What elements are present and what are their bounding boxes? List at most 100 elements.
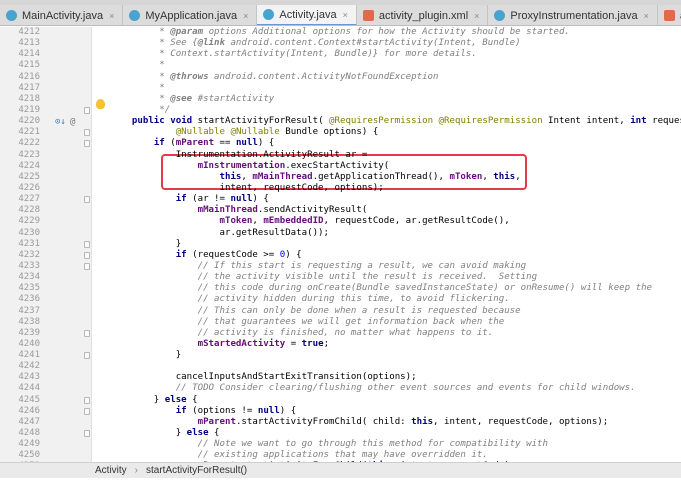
code-line[interactable]: 4236 // activity hidden during this time… xyxy=(0,294,681,305)
code-line[interactable]: 4234 // the activity visible until the r… xyxy=(0,272,681,283)
fold-marker-icon[interactable] xyxy=(84,106,90,114)
fold-marker-icon[interactable] xyxy=(84,407,90,415)
line-number: 4223 xyxy=(18,149,40,160)
code-line[interactable]: 4247 mParent.startActivityFromChild( chi… xyxy=(0,417,681,428)
breadcrumb-class[interactable]: Activity xyxy=(95,465,127,476)
code-line[interactable]: 4239 // activity is finished, no matter … xyxy=(0,328,681,339)
fold-marker-icon[interactable] xyxy=(84,352,90,360)
editor-tab-bar: MainActivity.java × MyApplication.java × Act… xyxy=(0,5,681,26)
fold-marker-icon[interactable] xyxy=(84,329,90,337)
code-line[interactable]: 4248 } else { xyxy=(0,428,681,439)
breadcrumb-method[interactable]: startActivityForResult() xyxy=(146,465,247,476)
code-line[interactable]: 4249 // Note we want to go through this … xyxy=(0,439,681,450)
code-line[interactable]: 4219 */ xyxy=(0,105,681,116)
breadcrumb-separator: › xyxy=(134,465,139,476)
code-line[interactable]: 4250 // existing applications that may h… xyxy=(0,450,681,461)
code-line[interactable]: 4232 if (requestCode >= 0) { xyxy=(0,250,681,261)
fold-marker-icon[interactable] xyxy=(84,262,90,270)
close-icon[interactable]: × xyxy=(474,11,479,21)
close-icon[interactable]: × xyxy=(343,10,348,20)
code-line[interactable]: 4242 xyxy=(0,361,681,372)
code-line[interactable]: 4235 // this code during onCreate(Bundle… xyxy=(0,283,681,294)
fold-marker-icon[interactable] xyxy=(84,430,90,438)
line-number: 4236 xyxy=(18,294,40,305)
line-number: 4249 xyxy=(18,439,40,450)
line-number: 4224 xyxy=(18,160,40,171)
line-number: 4226 xyxy=(18,182,40,193)
code-line[interactable]: 4224 mInstrumentation.execStartActivity( xyxy=(0,161,681,172)
fold-marker-icon[interactable] xyxy=(84,251,90,259)
fold-marker-icon[interactable] xyxy=(84,129,90,137)
tab-mainactivity-java[interactable]: MainActivity.java × xyxy=(0,5,124,25)
code-line[interactable]: 4244 // TODO Consider clearing/flushing … xyxy=(0,383,681,394)
code-line[interactable]: 4222 if (mParent == null) { xyxy=(0,138,681,149)
close-icon[interactable]: × xyxy=(109,11,114,21)
line-number: 4222 xyxy=(18,138,40,149)
layout-file-icon xyxy=(663,10,675,21)
line-number: 4247 xyxy=(18,416,40,427)
code-text: // This can only be done when a result i… xyxy=(197,305,521,316)
override-marker-icon[interactable]: ⊙↓ xyxy=(55,117,66,127)
code-line[interactable]: 4233 // If this start is requesting a re… xyxy=(0,261,681,272)
code-text: intent, requestCode, options); xyxy=(110,182,384,193)
code-line[interactable]: 4220 public void startActivityForResult(… xyxy=(0,116,681,127)
code-line[interactable]: 4241 } xyxy=(0,350,681,361)
java-class-icon xyxy=(129,10,141,21)
tab-label: MyApplication.java xyxy=(145,9,238,22)
bottom-spacer xyxy=(0,478,681,500)
code-line[interactable]: 4243 cancelInputsAndStartExitTransition(… xyxy=(0,372,681,383)
code-text: * See {@link android.content.Context#sta… xyxy=(110,38,521,49)
line-number: 4239 xyxy=(18,327,40,338)
code-text: } xyxy=(110,350,182,361)
code-line[interactable]: 4216 * @throws android.content.ActivityN… xyxy=(0,72,681,83)
code-line[interactable]: 4228 mMainThread.sendActivityResult( xyxy=(0,205,681,216)
code-line[interactable]: 4214 * Context.startActivity(Intent, Bun… xyxy=(0,49,681,60)
tab-activity-java[interactable]: Activity.java × xyxy=(257,5,357,25)
tab-proxyinstrumentation-java[interactable]: ProxyInstrumentation.java × xyxy=(488,5,658,25)
code-editor[interactable]: 4212 * @param options Additional options… xyxy=(0,27,681,462)
code-line[interactable]: 4246 if (options != null) { xyxy=(0,406,681,417)
code-text: if (requestCode >= 0) { xyxy=(175,249,302,260)
code-line[interactable]: 4238 // that guarantees we will get info… xyxy=(0,317,681,328)
code-line[interactable]: 4240 mStartedActivity = true; xyxy=(0,339,681,350)
code-line[interactable]: 4217 * xyxy=(0,83,681,94)
line-number: 4228 xyxy=(18,205,40,216)
fold-marker-icon[interactable] xyxy=(84,240,90,248)
code-line[interactable]: 4227 if (ar != null) { xyxy=(0,194,681,205)
fold-marker-icon[interactable] xyxy=(84,396,90,404)
tab-myapplication-java[interactable]: MyApplication.java × xyxy=(123,5,258,25)
code-line[interactable]: 4226 intent, requestCode, options); xyxy=(0,183,681,194)
code-text: mInstrumentation.execStartActivity( xyxy=(197,160,390,171)
code-line[interactable]: 4237 // This can only be done when a res… xyxy=(0,306,681,317)
line-number: 4240 xyxy=(18,338,40,349)
code-line[interactable]: 4225 this, mMainThread.getApplicationThr… xyxy=(0,172,681,183)
code-line[interactable]: 4245 } else { xyxy=(0,395,681,406)
tab-activity-main-xml[interactable]: activity_main.xml× xyxy=(658,5,681,25)
code-text: // If this start is requesting a result,… xyxy=(197,260,527,271)
code-line[interactable]: 4223 Instrumentation.ActivityResult ar = xyxy=(0,150,681,161)
close-icon[interactable]: × xyxy=(243,11,248,21)
code-line[interactable]: 4221 @Nullable @Nullable Bundle options)… xyxy=(0,127,681,138)
code-text: @Nullable @Nullable Bundle options) { xyxy=(175,127,379,138)
code-text: mMainThread.sendActivityResult( xyxy=(197,205,368,216)
line-number: 4233 xyxy=(18,260,40,271)
code-line[interactable]: 4212 * @param options Additional options… xyxy=(0,27,681,38)
close-icon[interactable]: × xyxy=(644,11,649,21)
code-line[interactable]: 4229 mToken, mEmbeddedID, requestCode, a… xyxy=(0,216,681,227)
fold-marker-icon[interactable] xyxy=(84,196,90,204)
line-number: 4225 xyxy=(18,171,40,182)
code-line[interactable]: 4213 * See {@link android.content.Contex… xyxy=(0,38,681,49)
code-line[interactable]: 4230 ar.getResultData()); xyxy=(0,228,681,239)
code-line[interactable]: 4218 * @see #startActivity xyxy=(0,94,681,105)
line-number: 4229 xyxy=(18,216,40,227)
code-line[interactable]: 4215 * xyxy=(0,60,681,71)
tab-activity-plugin-xml[interactable]: activity_plugin.xml × xyxy=(357,5,489,25)
line-number: 4227 xyxy=(18,194,40,205)
line-number: 4231 xyxy=(18,238,40,249)
code-text: mParent.startActivityFromChild( child: t… xyxy=(197,416,609,427)
line-number: 4243 xyxy=(18,372,40,383)
annotation-marker-icon[interactable]: @ xyxy=(70,117,75,127)
code-text: * @see #startActivity xyxy=(110,93,275,104)
code-line[interactable]: 4231 } xyxy=(0,239,681,250)
fold-marker-icon[interactable] xyxy=(84,140,90,148)
